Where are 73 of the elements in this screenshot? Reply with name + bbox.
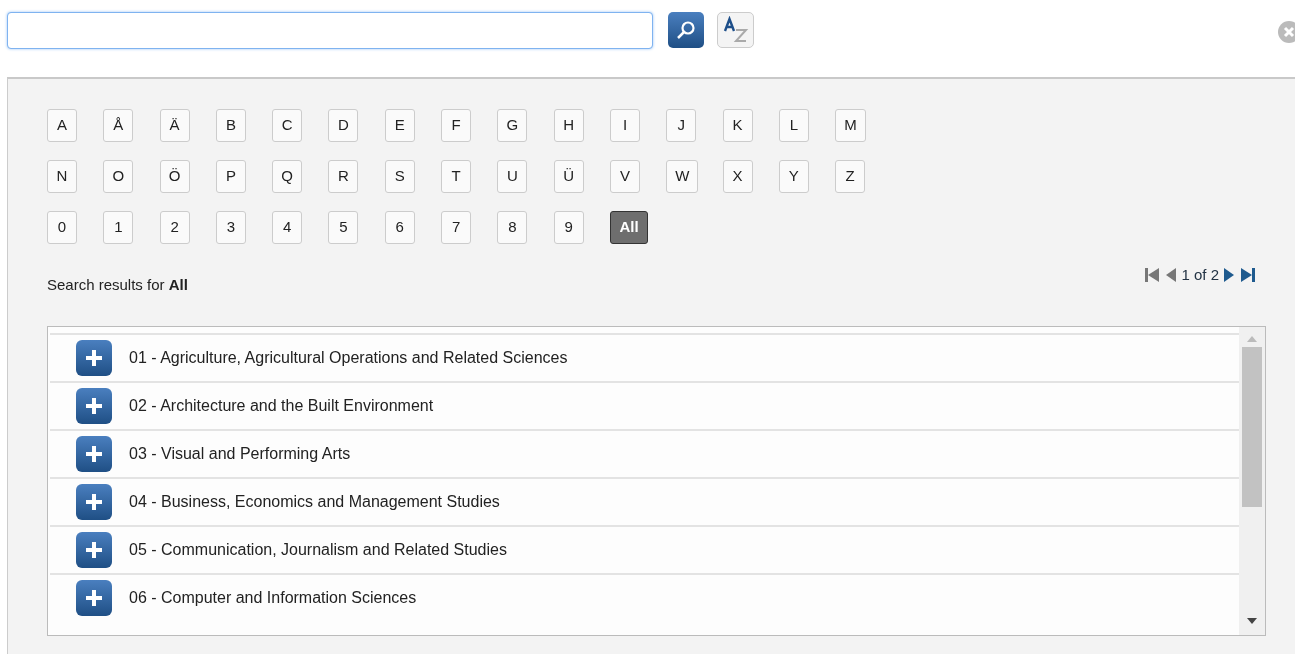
- letter-filter-button[interactable]: 0: [47, 211, 77, 244]
- letter-filter-button[interactable]: L: [778, 109, 809, 142]
- result-label[interactable]: 06 - Computer and Information Sciences: [129, 585, 417, 610]
- scroll-down-icon[interactable]: [1246, 616, 1258, 625]
- letter-filter-button[interactable]: 5: [328, 211, 359, 244]
- plus-icon: [84, 587, 104, 608]
- letter-filter-button[interactable]: Y: [778, 160, 809, 193]
- letter-filter-button[interactable]: 6: [384, 211, 415, 244]
- letter-filter-button[interactable]: 3: [215, 211, 246, 244]
- expand-button[interactable]: [76, 531, 112, 568]
- letter-filter-button[interactable]: Q: [272, 160, 303, 193]
- expand-button[interactable]: [76, 339, 112, 376]
- plus-icon: [84, 491, 104, 512]
- letter-filter-button[interactable]: N: [47, 160, 77, 193]
- letter-filter-button[interactable]: B: [215, 109, 246, 142]
- search-button[interactable]: [668, 12, 704, 48]
- sort-button[interactable]: [717, 12, 754, 48]
- letter-filter-button[interactable]: I: [609, 109, 640, 142]
- letter-filter-button[interactable]: K: [722, 109, 753, 142]
- letter-filter-button[interactable]: R: [328, 160, 359, 193]
- letter-filter-button[interactable]: A: [47, 109, 77, 142]
- letter-filter-button[interactable]: T: [441, 160, 472, 193]
- letter-filter-button[interactable]: J: [666, 109, 697, 142]
- previous-page-icon[interactable]: [1165, 267, 1178, 284]
- results-caption: Search results for All: [47, 275, 188, 295]
- letter-filter-button[interactable]: 8: [497, 211, 528, 244]
- letter-filter-button[interactable]: Ü: [553, 160, 584, 193]
- first-page-icon[interactable]: [1144, 267, 1162, 284]
- letter-filter-button[interactable]: O: [103, 160, 134, 193]
- last-page-icon[interactable]: [1239, 267, 1256, 284]
- letter-filter-button[interactable]: 9: [553, 211, 584, 244]
- letter-filter-button[interactable]: C: [272, 109, 303, 142]
- expand-button[interactable]: [76, 435, 112, 472]
- letter-filter-button[interactable]: 2: [159, 211, 190, 244]
- letter-filter-button[interactable]: M: [835, 109, 866, 142]
- next-page-icon[interactable]: [1223, 267, 1235, 284]
- letter-filter-button[interactable]: E: [384, 109, 415, 142]
- result-label[interactable]: 05 - Communication, Journalism and Related Studies: [129, 537, 507, 562]
- letter-filter-button[interactable]: S: [384, 160, 415, 193]
- plus-icon: [84, 395, 104, 416]
- letter-filter-button[interactable]: X: [722, 160, 753, 193]
- scrollbar[interactable]: [1239, 326, 1265, 635]
- result-label[interactable]: 04 - Business, Economics and Management Studies: [129, 489, 500, 514]
- result-label[interactable]: 01 - Agriculture, Agricultural Operations and Related Sciences: [129, 345, 568, 370]
- letter-filter-button[interactable]: P: [215, 160, 246, 193]
- letter-filter-button[interactable]: F: [441, 109, 472, 142]
- result-label[interactable]: 02 - Architecture and the Built Environment: [129, 393, 434, 418]
- letter-filter-button[interactable]: 7: [441, 211, 472, 244]
- letter-filter-button[interactable]: Ö: [159, 160, 190, 193]
- search-field[interactable]: [7, 12, 653, 49]
- scrollbar-thumb[interactable]: [1242, 346, 1262, 507]
- sort-az-icon: [721, 16, 750, 44]
- letter-filter-button[interactable]: U: [497, 160, 528, 193]
- plus-icon: [84, 443, 104, 464]
- expand-button[interactable]: [76, 483, 112, 520]
- letter-filter-button[interactable]: W: [666, 160, 699, 193]
- expand-button[interactable]: [76, 387, 112, 424]
- plus-icon: [84, 539, 104, 560]
- letter-filter-button[interactable]: V: [609, 160, 640, 193]
- letter-filter-button[interactable]: All: [609, 211, 648, 244]
- letter-filter-button[interactable]: Å: [103, 109, 134, 142]
- search-icon: [675, 19, 697, 41]
- letter-filter-button[interactable]: G: [497, 109, 528, 142]
- letter-filter-button[interactable]: 1: [103, 211, 134, 244]
- page-indicator: 1 of 2: [1181, 265, 1219, 285]
- letter-filter-button[interactable]: 4: [272, 211, 303, 244]
- expand-button[interactable]: [76, 579, 112, 616]
- result-label[interactable]: 03 - Visual and Performing Arts: [129, 441, 351, 466]
- letter-filter-button[interactable]: H: [553, 109, 584, 142]
- letter-filter-button[interactable]: Ä: [159, 109, 190, 142]
- letter-filter-button[interactable]: Z: [835, 160, 866, 193]
- letter-filter-button[interactable]: D: [328, 109, 359, 142]
- plus-icon: [84, 347, 104, 368]
